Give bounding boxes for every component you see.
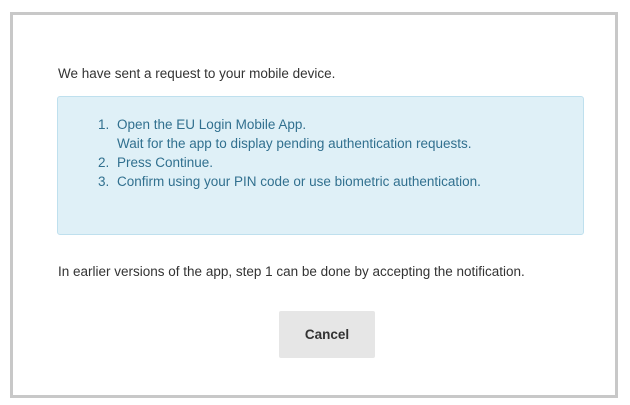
notification-note: In earlier versions of the app, step 1 c… xyxy=(58,264,525,279)
step-item: 3. Confirm using your PIN code or use bi… xyxy=(98,172,481,191)
authentication-dialog: We have sent a request to your mobile de… xyxy=(10,12,618,398)
step-number: 3. xyxy=(98,174,110,189)
cancel-button[interactable]: Cancel xyxy=(279,311,375,358)
step-item: 2. Press Continue. xyxy=(98,153,481,172)
intro-text: We have sent a request to your mobile de… xyxy=(58,66,336,81)
step-number: 2. xyxy=(98,155,110,170)
step-text: Open the EU Login Mobile App. xyxy=(117,117,307,132)
step-number: 1. xyxy=(98,117,110,132)
step-item: 1. Open the EU Login Mobile App. Wait fo… xyxy=(98,115,481,153)
step-subtext: Wait for the app to display pending auth… xyxy=(117,136,472,151)
steps-list: 1. Open the EU Login Mobile App. Wait fo… xyxy=(98,115,481,191)
step-text: Press Continue. xyxy=(117,155,214,170)
instructions-panel: 1. Open the EU Login Mobile App. Wait fo… xyxy=(57,96,584,235)
step-text: Confirm using your PIN code or use biome… xyxy=(117,174,481,189)
